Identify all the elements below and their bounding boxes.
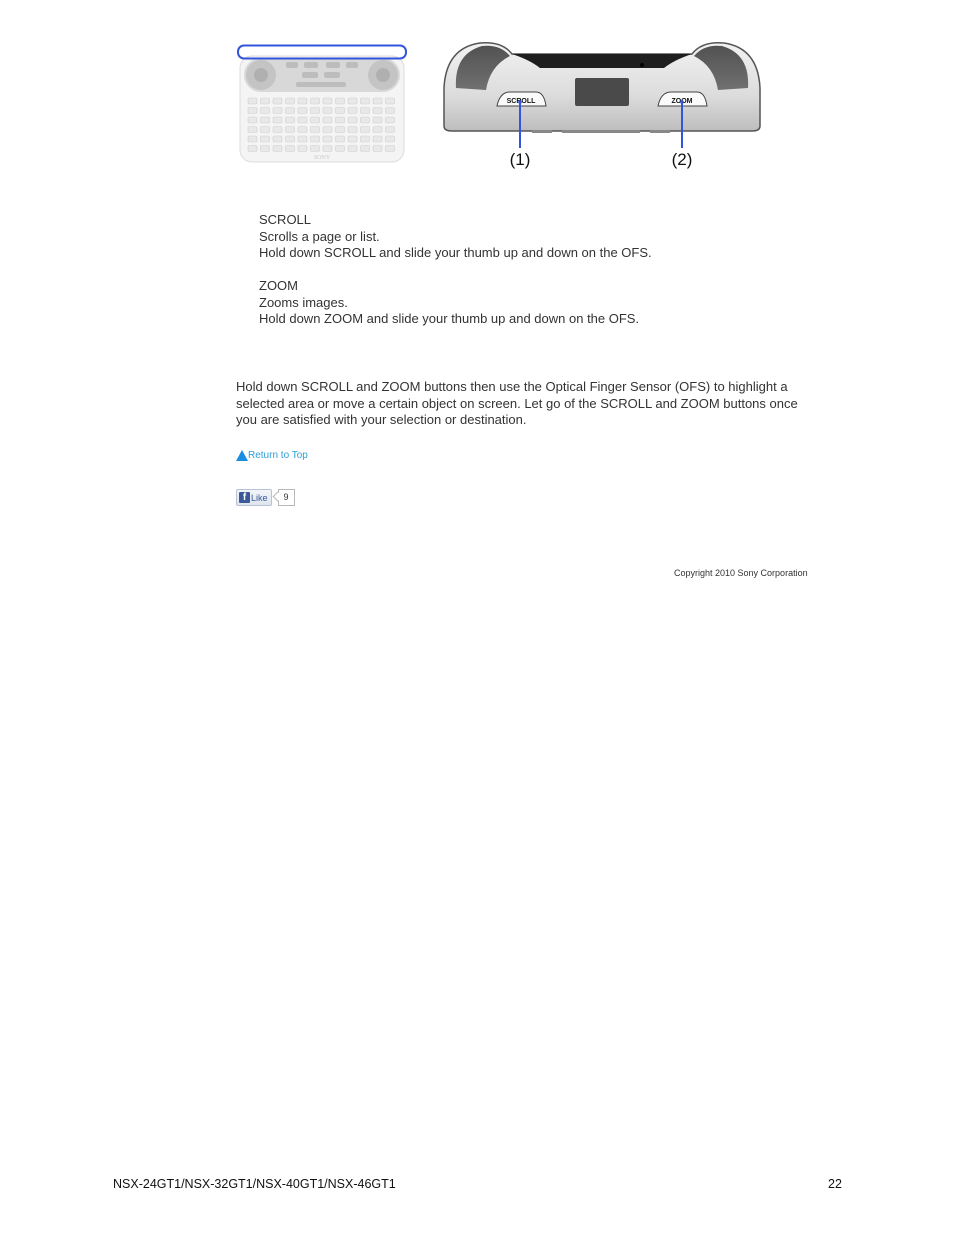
remote-key: [285, 145, 295, 152]
facebook-like-widget: f Like 9: [236, 489, 295, 506]
remote-key: [372, 107, 383, 114]
remote-key: [260, 126, 270, 133]
remote-key: [347, 116, 358, 124]
remote-key: [285, 97, 295, 105]
remote-key: [310, 97, 320, 105]
item-title: ZOOM: [259, 278, 298, 293]
remote-key: [360, 97, 370, 105]
remote-key: [260, 135, 270, 143]
remote-key: [360, 135, 370, 143]
remote-key: [335, 116, 345, 124]
callout-1: (1): [510, 150, 531, 169]
device-front-image: SCROLL ZOOM (1) (2): [443, 41, 761, 169]
remote-key: [297, 135, 308, 143]
remote-key: [310, 126, 320, 133]
remote-key: [247, 97, 258, 105]
remote-key: [385, 145, 395, 152]
remote-key: [385, 135, 395, 143]
remote-key: [347, 135, 358, 143]
remote-key: [372, 126, 383, 133]
remote-key: [310, 145, 320, 152]
remote-key: [247, 116, 258, 124]
remote-key: [272, 126, 283, 133]
remote-key: [385, 126, 395, 133]
description-paragraph: Hold down SCROLL and ZOOM buttons then u…: [236, 379, 798, 427]
return-to-top-link[interactable]: Return to Top: [236, 450, 308, 461]
item-title: SCROLL: [259, 212, 312, 227]
item-line: Scrolls a page or list.: [259, 228, 380, 244]
remote-key: [347, 126, 358, 133]
item-line: Zooms images.: [259, 294, 348, 310]
remote-key: [247, 145, 258, 152]
remote-key: [260, 107, 270, 114]
remote-key: [297, 145, 308, 152]
remote-key: [247, 135, 258, 143]
item-line: Hold down ZOOM and slide your thumb up a…: [259, 311, 640, 326]
remote-key: [272, 145, 283, 152]
remote-key: [385, 107, 395, 114]
remote-key: [372, 97, 383, 105]
remote-key: [285, 135, 295, 143]
remote-key: [247, 107, 258, 114]
item-line: Hold down SCROLL and slide your thumb up…: [259, 245, 652, 260]
remote-key: [347, 97, 358, 105]
callout-2: (2): [672, 150, 693, 169]
copyright: Copyright 2010 Sony Corporation: [674, 568, 808, 578]
remote-key: [322, 145, 333, 152]
remote-key: [297, 126, 308, 133]
remote-key: [360, 126, 370, 133]
item-scroll: SCROLL Scrolls a page or list. Hold down…: [259, 212, 652, 262]
svg-text:SONY: SONY: [314, 155, 331, 161]
remote-key: [335, 135, 345, 143]
page-number: 22: [828, 1177, 842, 1191]
remote-key: [385, 97, 395, 105]
remote-key: [322, 107, 333, 114]
remote-key: [322, 135, 333, 143]
remote-key: [247, 126, 258, 133]
remote-key: [260, 97, 270, 105]
item-zoom: ZOOM Zooms images. Hold down ZOOM and sl…: [259, 278, 639, 328]
remote-key: [297, 97, 308, 105]
remote-key: [260, 116, 270, 124]
remote-key: [347, 145, 358, 152]
remote-key: [297, 116, 308, 124]
remote-key: [285, 116, 295, 124]
remote-key: [335, 145, 345, 152]
like-button[interactable]: f Like: [236, 489, 272, 506]
remote-key: [272, 116, 283, 124]
remote-key: [372, 135, 383, 143]
remote-key: [360, 107, 370, 114]
facebook-icon: f: [239, 492, 250, 503]
remote-key: [322, 126, 333, 133]
like-count-box: 9: [272, 489, 295, 506]
return-to-top-label: Return to Top: [248, 450, 308, 461]
remote-key: [347, 107, 358, 114]
remote-key: [272, 135, 283, 143]
remote-key: [335, 97, 345, 105]
remote-key: [322, 97, 333, 105]
remote-key: [297, 107, 308, 114]
remote-key: [335, 126, 345, 133]
remote-key: [285, 126, 295, 133]
remote-key: [285, 107, 295, 114]
remote-key: [310, 107, 320, 114]
remote-key: [372, 145, 383, 152]
like-label: Like: [251, 492, 268, 503]
footer-model-numbers: NSX-24GT1/NSX-32GT1/NSX-40GT1/NSX-46GT1: [113, 1177, 396, 1191]
remote-key: [335, 107, 345, 114]
remote-keyboard-image: SONY: [237, 44, 407, 163]
remote-key: [272, 107, 283, 114]
remote-key: [360, 116, 370, 124]
remote-key: [385, 116, 395, 124]
remote-key: [372, 116, 383, 124]
remote-key: [360, 145, 370, 152]
remote-key: [260, 145, 270, 152]
remote-key: [310, 116, 320, 124]
triangle-up-icon: [236, 450, 248, 461]
remote-key: [310, 135, 320, 143]
remote-key: [322, 116, 333, 124]
remote-key: [272, 97, 283, 105]
